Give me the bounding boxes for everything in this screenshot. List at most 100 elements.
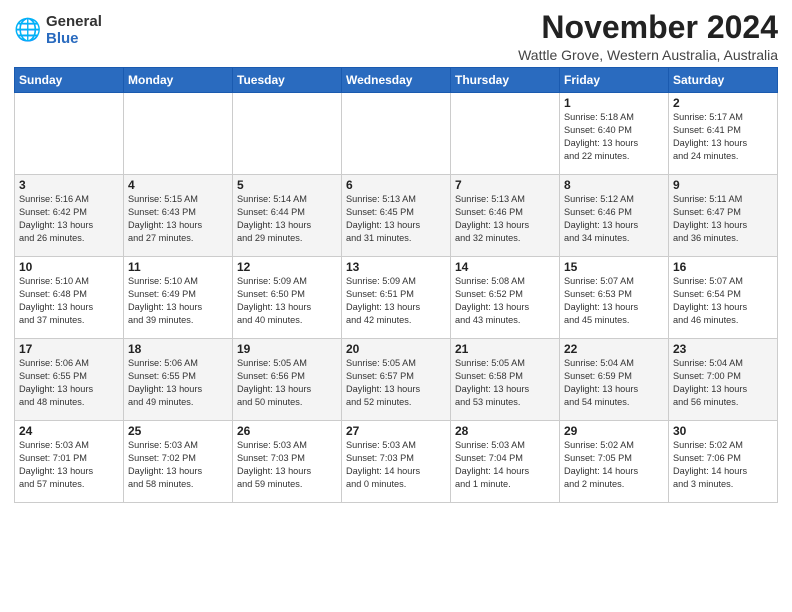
day-info: Sunrise: 5:09 AM Sunset: 6:51 PM Dayligh… (346, 275, 446, 327)
day-number: 13 (346, 260, 446, 274)
day-info: Sunrise: 5:03 AM Sunset: 7:04 PM Dayligh… (455, 439, 555, 491)
day-number: 1 (564, 96, 664, 110)
table-row: 23Sunrise: 5:04 AM Sunset: 7:00 PM Dayli… (669, 339, 778, 421)
table-row: 15Sunrise: 5:07 AM Sunset: 6:53 PM Dayli… (560, 257, 669, 339)
table-row (233, 93, 342, 175)
day-info: Sunrise: 5:07 AM Sunset: 6:54 PM Dayligh… (673, 275, 773, 327)
table-row: 24Sunrise: 5:03 AM Sunset: 7:01 PM Dayli… (15, 421, 124, 503)
table-row: 29Sunrise: 5:02 AM Sunset: 7:05 PM Dayli… (560, 421, 669, 503)
day-number: 11 (128, 260, 228, 274)
logo-icon: 🌐 (14, 17, 42, 45)
table-row: 22Sunrise: 5:04 AM Sunset: 6:59 PM Dayli… (560, 339, 669, 421)
table-row: 3Sunrise: 5:16 AM Sunset: 6:42 PM Daylig… (15, 175, 124, 257)
day-info: Sunrise: 5:03 AM Sunset: 7:03 PM Dayligh… (237, 439, 337, 491)
day-number: 25 (128, 424, 228, 438)
table-row: 8Sunrise: 5:12 AM Sunset: 6:46 PM Daylig… (560, 175, 669, 257)
day-info: Sunrise: 5:18 AM Sunset: 6:40 PM Dayligh… (564, 111, 664, 163)
day-info: Sunrise: 5:02 AM Sunset: 7:05 PM Dayligh… (564, 439, 664, 491)
header: 🌐 General Blue November 2024 Wattle Grov… (14, 10, 778, 63)
table-row (342, 93, 451, 175)
calendar-header-row: Sunday Monday Tuesday Wednesday Thursday… (15, 68, 778, 93)
day-number: 6 (346, 178, 446, 192)
calendar-week-2: 10Sunrise: 5:10 AM Sunset: 6:48 PM Dayli… (15, 257, 778, 339)
table-row: 10Sunrise: 5:10 AM Sunset: 6:48 PM Dayli… (15, 257, 124, 339)
day-info: Sunrise: 5:12 AM Sunset: 6:46 PM Dayligh… (564, 193, 664, 245)
day-number: 8 (564, 178, 664, 192)
svg-text:🌐: 🌐 (14, 17, 41, 42)
day-number: 10 (19, 260, 119, 274)
day-info: Sunrise: 5:17 AM Sunset: 6:41 PM Dayligh… (673, 111, 773, 163)
logo: 🌐 General Blue (14, 14, 102, 47)
calendar-week-4: 24Sunrise: 5:03 AM Sunset: 7:01 PM Dayli… (15, 421, 778, 503)
day-info: Sunrise: 5:15 AM Sunset: 6:43 PM Dayligh… (128, 193, 228, 245)
table-row: 11Sunrise: 5:10 AM Sunset: 6:49 PM Dayli… (124, 257, 233, 339)
day-number: 20 (346, 342, 446, 356)
table-row: 5Sunrise: 5:14 AM Sunset: 6:44 PM Daylig… (233, 175, 342, 257)
day-number: 27 (346, 424, 446, 438)
day-info: Sunrise: 5:10 AM Sunset: 6:49 PM Dayligh… (128, 275, 228, 327)
month-title: November 2024 (518, 10, 778, 45)
col-tuesday: Tuesday (233, 68, 342, 93)
table-row: 6Sunrise: 5:13 AM Sunset: 6:45 PM Daylig… (342, 175, 451, 257)
logo-general: General (46, 14, 102, 31)
day-info: Sunrise: 5:14 AM Sunset: 6:44 PM Dayligh… (237, 193, 337, 245)
page: 🌐 General Blue November 2024 Wattle Grov… (0, 0, 792, 612)
table-row: 25Sunrise: 5:03 AM Sunset: 7:02 PM Dayli… (124, 421, 233, 503)
table-row: 19Sunrise: 5:05 AM Sunset: 6:56 PM Dayli… (233, 339, 342, 421)
calendar-week-3: 17Sunrise: 5:06 AM Sunset: 6:55 PM Dayli… (15, 339, 778, 421)
day-info: Sunrise: 5:10 AM Sunset: 6:48 PM Dayligh… (19, 275, 119, 327)
col-monday: Monday (124, 68, 233, 93)
day-info: Sunrise: 5:06 AM Sunset: 6:55 PM Dayligh… (19, 357, 119, 409)
day-info: Sunrise: 5:02 AM Sunset: 7:06 PM Dayligh… (673, 439, 773, 491)
table-row: 18Sunrise: 5:06 AM Sunset: 6:55 PM Dayli… (124, 339, 233, 421)
table-row (15, 93, 124, 175)
table-row: 9Sunrise: 5:11 AM Sunset: 6:47 PM Daylig… (669, 175, 778, 257)
day-info: Sunrise: 5:16 AM Sunset: 6:42 PM Dayligh… (19, 193, 119, 245)
table-row: 27Sunrise: 5:03 AM Sunset: 7:03 PM Dayli… (342, 421, 451, 503)
col-sunday: Sunday (15, 68, 124, 93)
day-number: 21 (455, 342, 555, 356)
day-number: 28 (455, 424, 555, 438)
table-row: 1Sunrise: 5:18 AM Sunset: 6:40 PM Daylig… (560, 93, 669, 175)
table-row: 26Sunrise: 5:03 AM Sunset: 7:03 PM Dayli… (233, 421, 342, 503)
day-number: 2 (673, 96, 773, 110)
logo-blue: Blue (46, 31, 102, 48)
title-block: November 2024 Wattle Grove, Western Aust… (518, 10, 778, 63)
day-info: Sunrise: 5:11 AM Sunset: 6:47 PM Dayligh… (673, 193, 773, 245)
calendar-table: Sunday Monday Tuesday Wednesday Thursday… (14, 67, 778, 503)
day-info: Sunrise: 5:13 AM Sunset: 6:46 PM Dayligh… (455, 193, 555, 245)
col-wednesday: Wednesday (342, 68, 451, 93)
day-number: 4 (128, 178, 228, 192)
day-number: 12 (237, 260, 337, 274)
day-info: Sunrise: 5:08 AM Sunset: 6:52 PM Dayligh… (455, 275, 555, 327)
day-info: Sunrise: 5:09 AM Sunset: 6:50 PM Dayligh… (237, 275, 337, 327)
table-row: 12Sunrise: 5:09 AM Sunset: 6:50 PM Dayli… (233, 257, 342, 339)
day-info: Sunrise: 5:03 AM Sunset: 7:02 PM Dayligh… (128, 439, 228, 491)
day-info: Sunrise: 5:03 AM Sunset: 7:01 PM Dayligh… (19, 439, 119, 491)
day-number: 7 (455, 178, 555, 192)
table-row: 14Sunrise: 5:08 AM Sunset: 6:52 PM Dayli… (451, 257, 560, 339)
day-number: 24 (19, 424, 119, 438)
day-number: 29 (564, 424, 664, 438)
day-number: 16 (673, 260, 773, 274)
day-number: 5 (237, 178, 337, 192)
calendar-week-0: 1Sunrise: 5:18 AM Sunset: 6:40 PM Daylig… (15, 93, 778, 175)
day-number: 30 (673, 424, 773, 438)
table-row: 21Sunrise: 5:05 AM Sunset: 6:58 PM Dayli… (451, 339, 560, 421)
day-info: Sunrise: 5:05 AM Sunset: 6:57 PM Dayligh… (346, 357, 446, 409)
logo-text: General Blue (46, 14, 102, 47)
table-row: 7Sunrise: 5:13 AM Sunset: 6:46 PM Daylig… (451, 175, 560, 257)
day-number: 22 (564, 342, 664, 356)
day-info: Sunrise: 5:04 AM Sunset: 7:00 PM Dayligh… (673, 357, 773, 409)
day-info: Sunrise: 5:06 AM Sunset: 6:55 PM Dayligh… (128, 357, 228, 409)
col-saturday: Saturday (669, 68, 778, 93)
day-info: Sunrise: 5:03 AM Sunset: 7:03 PM Dayligh… (346, 439, 446, 491)
day-number: 18 (128, 342, 228, 356)
table-row: 30Sunrise: 5:02 AM Sunset: 7:06 PM Dayli… (669, 421, 778, 503)
day-number: 19 (237, 342, 337, 356)
location: Wattle Grove, Western Australia, Austral… (518, 47, 778, 63)
table-row: 2Sunrise: 5:17 AM Sunset: 6:41 PM Daylig… (669, 93, 778, 175)
day-number: 17 (19, 342, 119, 356)
day-number: 14 (455, 260, 555, 274)
day-info: Sunrise: 5:07 AM Sunset: 6:53 PM Dayligh… (564, 275, 664, 327)
